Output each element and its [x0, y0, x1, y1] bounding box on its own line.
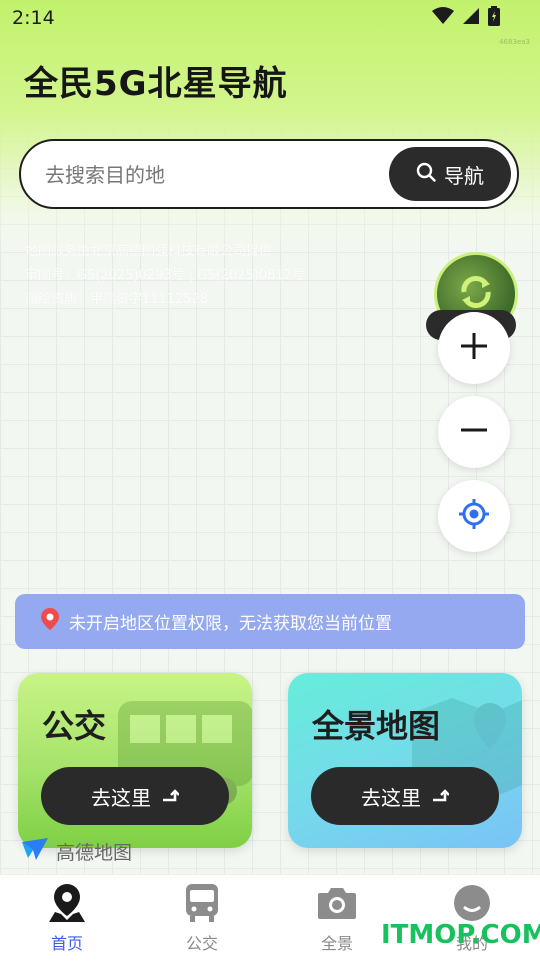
tab-panorama[interactable]: 全景: [287, 883, 387, 954]
location-pin-icon: [41, 608, 59, 635]
arrow-turn-icon: [431, 784, 450, 808]
camera-icon: [316, 885, 358, 925]
app-title: 全民5G北星导航: [24, 64, 288, 104]
site-watermark: ITMOP.COM: [381, 920, 540, 950]
bus-card-title: 公交: [42, 707, 107, 745]
crosshair-icon: [458, 498, 490, 534]
arrow-turn-icon: [161, 784, 180, 808]
map-copyright-notice: 地图服务由北京高德图强科技有限公司提供 审图号：GS(2025)0293号 | …: [25, 240, 305, 312]
navigate-button[interactable]: 导航: [389, 147, 511, 201]
amap-logo-icon: [20, 836, 50, 867]
amap-logo-text: 高德地图: [56, 842, 133, 864]
tab-bus-label: 公交: [185, 934, 218, 953]
location-banner-text: 未开启地区位置权限，无法获取您当前位置: [69, 614, 392, 634]
zoom-in-button[interactable]: [438, 312, 510, 384]
bus-icon: [182, 882, 222, 928]
tab-panorama-label: 全景: [320, 934, 353, 953]
tab-home-label: 首页: [50, 934, 83, 953]
minus-icon: [459, 415, 489, 449]
status-bar: 2:14: [0, 0, 540, 36]
panorama-go-label: 去这里: [361, 785, 421, 810]
status-time: 2:14: [12, 7, 55, 29]
search-input[interactable]: [43, 159, 377, 191]
zoom-out-button[interactable]: [438, 396, 510, 468]
panorama-card[interactable]: 全景地图 去这里: [288, 673, 522, 848]
header-gradient: [0, 0, 540, 250]
search-icon: [416, 162, 436, 187]
map-notice-review-number: 审图号：GS(2025)0293号 | GS(2025)0817号: [25, 268, 305, 283]
map-notice-qualification: 测绘资质：甲测资字11112528: [25, 292, 209, 307]
tab-home[interactable]: 首页: [17, 883, 117, 954]
map-pin-icon: [47, 882, 87, 928]
navigate-button-label: 导航: [444, 163, 484, 188]
build-code: 4683ea3: [499, 38, 530, 46]
bus-go-button[interactable]: 去这里: [41, 767, 229, 825]
tab-bus[interactable]: 公交: [152, 883, 252, 954]
bus-go-label: 去这里: [91, 785, 151, 810]
search-bar: 导航: [19, 139, 519, 209]
panorama-go-button[interactable]: 去这里: [311, 767, 499, 825]
wifi-icon: [432, 7, 454, 29]
map-notice-provider: 地图服务由北京高德图强科技有限公司提供: [25, 244, 273, 259]
status-icons: [432, 6, 500, 30]
locate-me-button[interactable]: [438, 480, 510, 552]
battery-icon: [488, 6, 500, 30]
location-permission-banner[interactable]: 未开启地区位置权限，无法获取您当前位置: [15, 594, 525, 649]
plus-icon: [459, 331, 489, 365]
amap-logo: 高德地图: [20, 836, 132, 867]
panorama-card-title: 全景地图: [312, 707, 441, 745]
signal-icon: [462, 7, 480, 29]
bus-card[interactable]: 公交 去这里: [18, 673, 252, 848]
